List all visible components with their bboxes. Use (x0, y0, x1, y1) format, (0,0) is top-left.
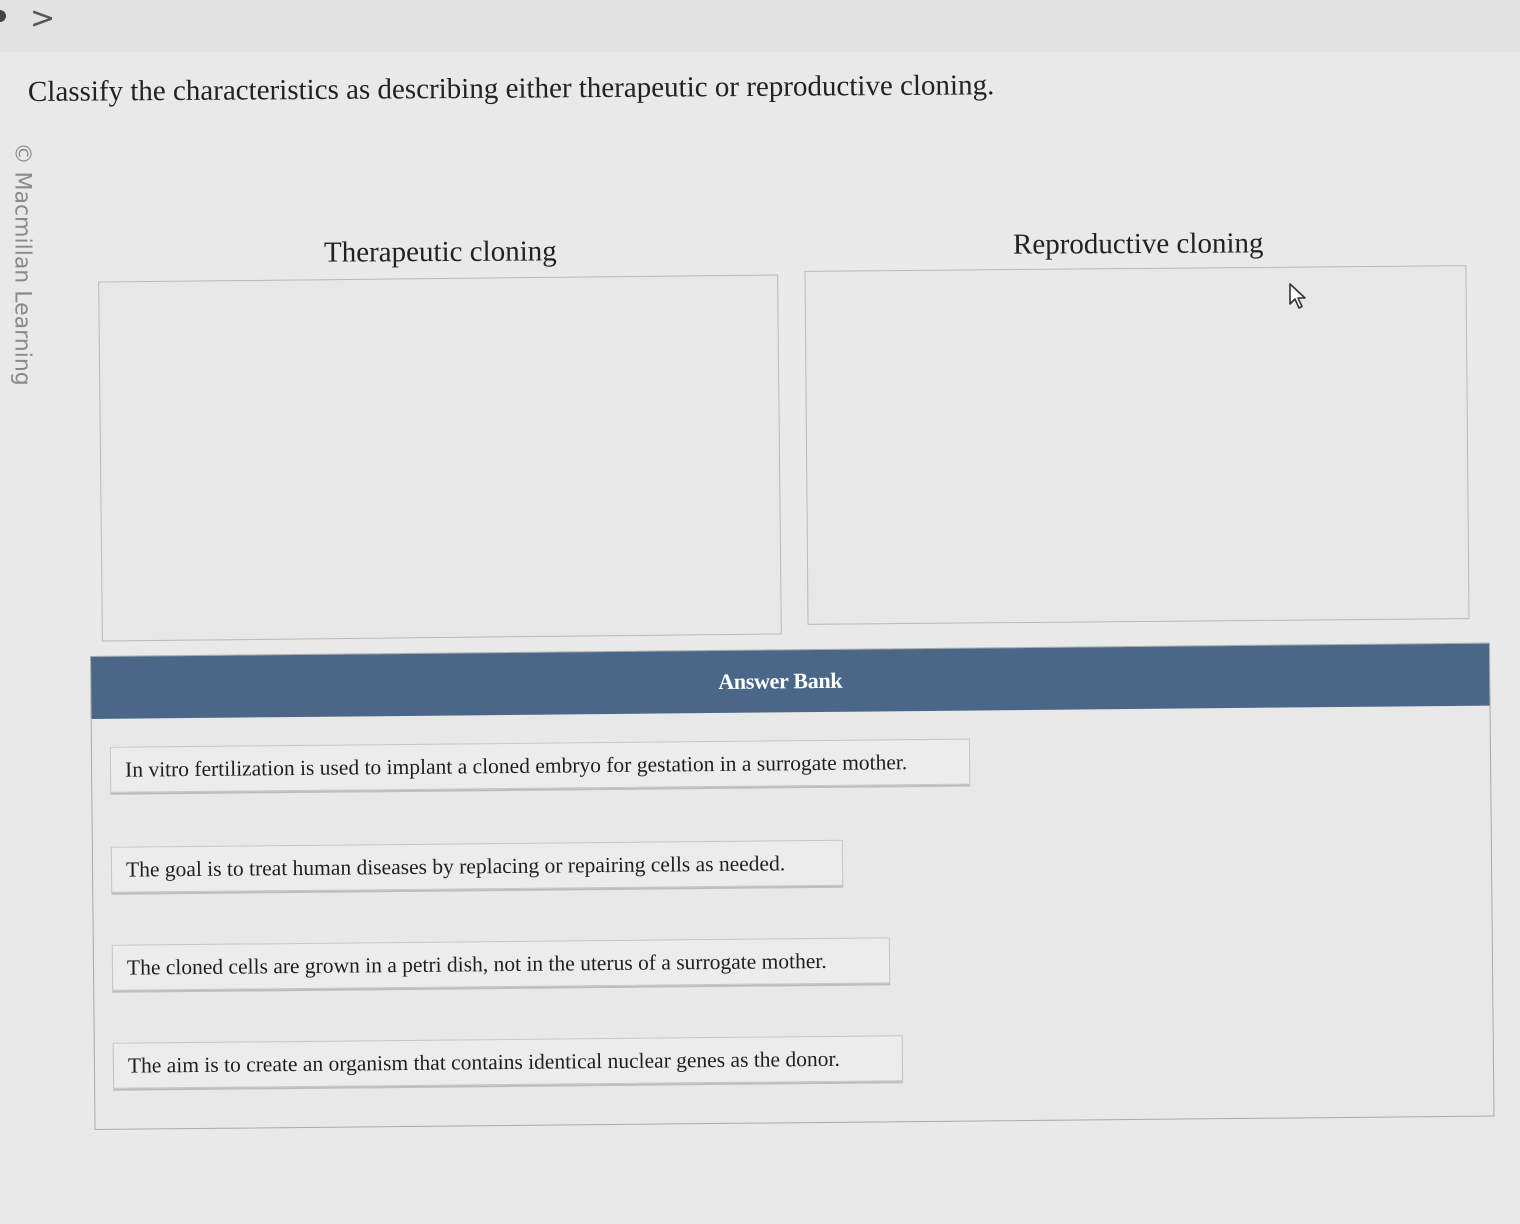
question-prompt: Classify the characteristics as describi… (27, 69, 995, 108)
dropzone-reproductive[interactable] (804, 265, 1470, 625)
top-toolbar (0, 0, 1520, 52)
answer-bank-header: Answer Bank (91, 643, 1490, 719)
dropzone-therapeutic[interactable] (98, 274, 782, 642)
copyright-text: © Macmillan Learning (9, 142, 35, 386)
category-label-reproductive: Reproductive cloning (1012, 227, 1264, 261)
answer-item-petri-dish[interactable]: The cloned cells are grown in a petri di… (111, 937, 891, 991)
answer-bank: Answer Bank In vitro fertilization is us… (90, 642, 1495, 1130)
answer-item-treat-diseases[interactable]: The goal is to treat human diseases by r… (110, 839, 844, 893)
category-label-therapeutic: Therapeutic cloning (323, 235, 557, 269)
mouse-pointer-icon (1289, 283, 1306, 309)
answer-item-identical-genes[interactable]: The aim is to create an organism that co… (112, 1035, 904, 1089)
answer-item-ivf-surrogate[interactable]: In vitro fertilization is used to implan… (109, 738, 971, 793)
answer-bank-title: Answer Bank (718, 667, 843, 694)
chevron-right-icon[interactable]: > (30, 4, 55, 34)
